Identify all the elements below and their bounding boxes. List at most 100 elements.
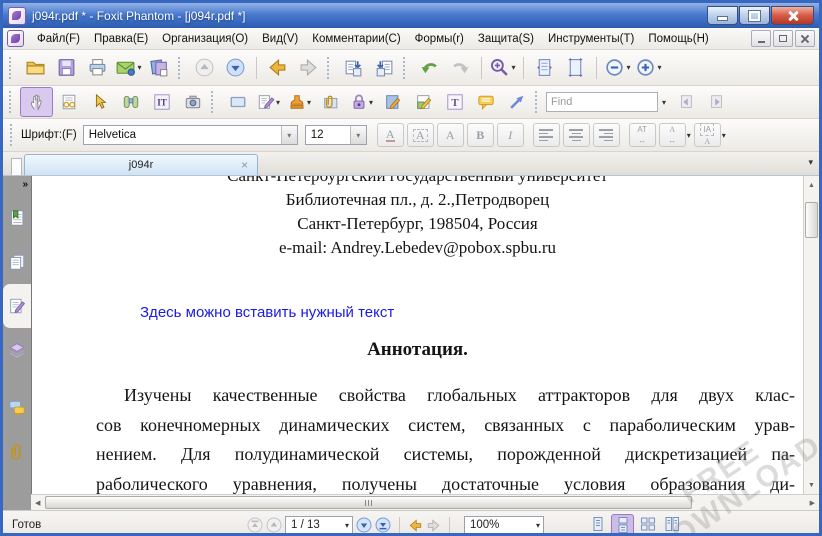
previous-view-status-button[interactable] <box>408 518 423 533</box>
next-view-button[interactable] <box>293 54 324 82</box>
insert-pages-button[interactable] <box>338 54 369 82</box>
italic-button[interactable]: I <box>497 123 524 147</box>
fit-width-button[interactable] <box>529 54 560 82</box>
edit-object-button[interactable] <box>408 88 439 116</box>
annotations-panel-button[interactable] <box>3 284 31 328</box>
first-page-button[interactable] <box>247 517 263 533</box>
print-button[interactable] <box>82 54 113 82</box>
mdi-close-button[interactable] <box>795 30 815 47</box>
menu-comments[interactable]: Комментарии(C) <box>305 32 407 46</box>
extract-pages-button[interactable] <box>369 54 400 82</box>
fit-page-button[interactable] <box>560 54 591 82</box>
zoom-in-button[interactable]: ▾ <box>633 54 664 82</box>
font-size-select[interactable]: 12 ▾ <box>305 125 367 145</box>
next-page-button[interactable] <box>220 54 251 82</box>
font-family-select[interactable]: Helvetica ▾ <box>83 125 298 145</box>
continuous-view-button[interactable] <box>611 514 634 536</box>
menu-security[interactable]: Защита(S) <box>471 32 541 46</box>
line-spacing-dropdown-icon[interactable]: ▾ <box>722 131 726 140</box>
menu-edit[interactable]: Правка(E) <box>87 32 155 46</box>
menu-view[interactable]: Вид(V) <box>255 32 305 46</box>
zoom-in-dropdown-icon[interactable]: ▾ <box>657 63 661 72</box>
menu-organize[interactable]: Организация(O) <box>155 32 255 46</box>
close-button[interactable] <box>771 6 814 25</box>
outline-text-button[interactable]: A <box>407 123 434 147</box>
scroll-up-icon[interactable]: ▲ <box>808 182 815 189</box>
bookmarks-panel-button[interactable] <box>3 196 31 240</box>
tab-list-dropdown-icon[interactable]: ▾ <box>808 157 813 168</box>
zoom-dropdown-icon[interactable]: ▾ <box>536 521 540 530</box>
previous-page-status-button[interactable] <box>266 517 282 533</box>
mdi-restore-button[interactable] <box>773 30 793 47</box>
note-tool-dropdown-icon[interactable]: ▾ <box>276 98 280 107</box>
toolbar-grip[interactable] <box>327 57 333 79</box>
read-mode-button[interactable] <box>53 88 84 116</box>
pdf-page[interactable]: Санкт-Петербургский государственный унив… <box>31 176 803 494</box>
stamp-dropdown-icon[interactable]: ▾ <box>307 98 311 107</box>
toolbar-grip[interactable] <box>9 57 15 79</box>
stamp-tool-button[interactable]: ▾ <box>284 88 315 116</box>
inserted-text-annotation[interactable]: Здесь можно вставить нужный текст <box>140 304 803 321</box>
align-center-button[interactable] <box>563 123 590 147</box>
edit-text-button[interactable] <box>377 88 408 116</box>
single-page-view-button[interactable] <box>587 514 608 535</box>
scroll-right-icon[interactable]: ▶ <box>810 499 815 507</box>
align-left-button[interactable] <box>533 123 560 147</box>
bold-button[interactable]: B <box>467 123 494 147</box>
typewriter-tool-button[interactable]: T <box>439 88 470 116</box>
tab-j094r[interactable]: j094r × <box>24 154 258 175</box>
horizontal-scrollbar[interactable]: ◀ ▶ <box>31 494 819 510</box>
toolbar-grip[interactable] <box>9 91 15 113</box>
zoom-level-select[interactable]: 100% ▾ <box>464 516 544 535</box>
find-input[interactable] <box>546 92 658 112</box>
vertical-scrollbar[interactable]: ▲ ▼ <box>803 176 819 494</box>
facing-view-button[interactable] <box>637 514 658 535</box>
continuous-facing-view-button[interactable] <box>661 514 682 535</box>
redo-button[interactable] <box>445 54 476 82</box>
char-scale-button[interactable]: A ↔ <box>659 123 686 147</box>
zoom-out-dropdown-icon[interactable]: ▾ <box>626 63 630 72</box>
arrow-tool-button[interactable] <box>501 88 532 116</box>
char-spacing-button[interactable]: AT ↔ <box>629 123 656 147</box>
line-spacing-button[interactable]: IA A <box>694 123 721 147</box>
attach-file-button[interactable] <box>315 88 346 116</box>
font-size-dropdown-icon[interactable]: ▾ <box>350 126 366 144</box>
vertical-scroll-thumb[interactable] <box>805 202 818 238</box>
comment-tool-button[interactable] <box>470 88 501 116</box>
toolbar-grip[interactable] <box>535 91 541 113</box>
toolbar-grip[interactable] <box>403 57 409 79</box>
snapshot-button[interactable] <box>177 88 208 116</box>
align-right-button[interactable] <box>593 123 620 147</box>
find-dropdown-icon[interactable]: ▾ <box>662 98 666 107</box>
select-annotation-button[interactable] <box>84 88 115 116</box>
toolbar-grip[interactable] <box>10 124 16 146</box>
scroll-left-icon[interactable]: ◀ <box>35 499 40 507</box>
menu-help[interactable]: Помощь(H) <box>641 32 715 46</box>
toolbar-grip[interactable] <box>178 57 184 79</box>
expand-panel-icon[interactable]: » <box>22 179 26 190</box>
page-dropdown-icon[interactable]: ▾ <box>345 521 349 530</box>
restore-button[interactable] <box>739 6 770 25</box>
search-button[interactable] <box>115 88 146 116</box>
scroll-down-icon[interactable]: ▼ <box>808 482 815 489</box>
select-text-button[interactable]: IT <box>146 88 177 116</box>
tab-close-icon[interactable]: × <box>241 160 248 170</box>
horizontal-scroll-thumb[interactable] <box>45 496 692 509</box>
email-dropdown-icon[interactable]: ▾ <box>137 63 141 72</box>
attachments-panel-button[interactable] <box>3 430 31 474</box>
next-view-status-button[interactable] <box>426 518 441 533</box>
font-color-button[interactable]: A <box>377 123 404 147</box>
email-button[interactable]: ▾ <box>113 54 144 82</box>
page-number-select[interactable]: 1 / 13 ▾ <box>285 516 353 535</box>
previous-page-button[interactable] <box>189 54 220 82</box>
pages-panel-button[interactable] <box>3 240 31 284</box>
find-previous-button[interactable] <box>670 88 701 116</box>
menu-forms[interactable]: Формы(r) <box>408 32 471 46</box>
note-tool-button[interactable]: ▾ <box>253 88 284 116</box>
menu-tools[interactable]: Инструменты(T) <box>541 32 641 46</box>
mdi-minimize-button[interactable] <box>751 30 771 47</box>
last-page-button[interactable] <box>375 517 391 533</box>
comments-panel-button[interactable] <box>3 386 31 430</box>
security-dropdown-icon[interactable]: ▾ <box>369 98 373 107</box>
undo-button[interactable] <box>414 54 445 82</box>
